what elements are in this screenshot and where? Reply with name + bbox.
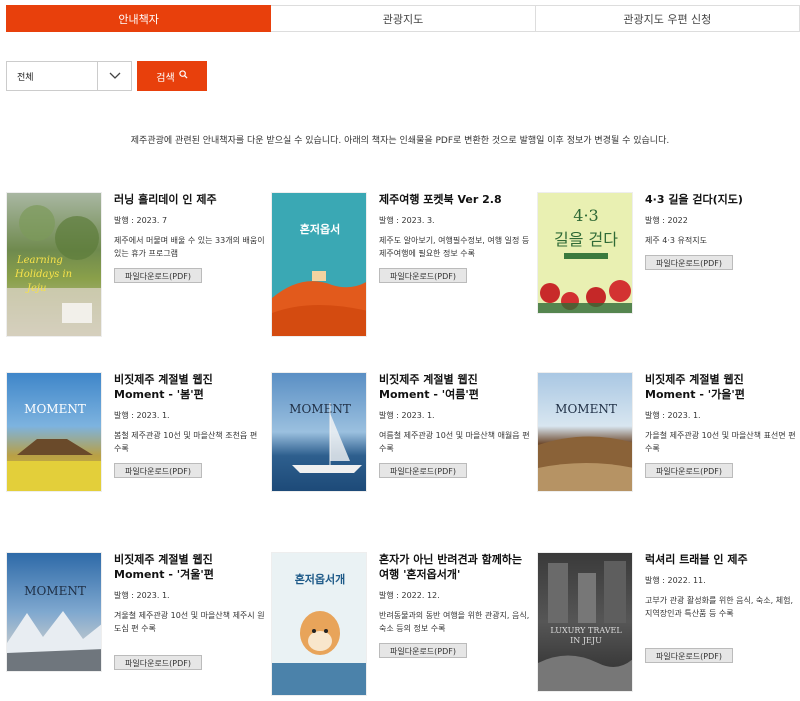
- book-cover-image[interactable]: MOMENT: [6, 372, 102, 492]
- book-title: 비짓제주 계절별 웹진 Moment - '겨울'편: [114, 553, 214, 581]
- book-date: 발행 : 2022. 11.: [645, 576, 706, 585]
- book-cover-image[interactable]: 혼저옵서개: [271, 552, 367, 696]
- svg-text:MOMENT: MOMENT: [24, 402, 86, 416]
- book-card: MOMENT 비짓제주 계절별 웹진 Moment - '겨울'편 발행 : 2…: [6, 552, 268, 701]
- tab-guidebook[interactable]: 안내책자: [6, 5, 272, 32]
- pdf-download-button[interactable]: 파일다운로드(PDF): [645, 463, 733, 478]
- tab-bar: 안내책자 관광지도 관광지도 우편 신청: [6, 5, 800, 32]
- svg-text:IN JEJU: IN JEJU: [570, 636, 602, 645]
- category-select-value: 전체: [17, 72, 34, 83]
- book-cover-image[interactable]: 4·3 길을 걷다: [537, 192, 633, 314]
- book-description: 제주도 알아보기, 여행필수정보, 여행 일정 등 제주여행에 필요한 정보 수…: [379, 236, 530, 258]
- book-cover-image[interactable]: 혼저옵서: [271, 192, 367, 337]
- book-date: 발행 : 2022: [645, 216, 688, 225]
- tab-label: 안내책자: [118, 12, 159, 26]
- book-cover-image[interactable]: LUXURY TRAVEL IN JEJU: [537, 552, 633, 692]
- book-card: 혼저옵서 제주여행 포켓북 Ver 2.8 발행 : 2023. 3. 제주도 …: [271, 192, 533, 342]
- pdf-download-button[interactable]: 파일다운로드(PDF): [645, 255, 733, 270]
- pdf-download-button[interactable]: 파일다운로드(PDF): [379, 463, 467, 478]
- book-date: 발행 : 2023. 3.: [379, 216, 435, 225]
- search-icon: [179, 70, 188, 82]
- tab-label: 관광지도: [382, 12, 424, 26]
- book-title: 비짓제주 계절별 웹진 Moment - '봄'편: [114, 373, 213, 401]
- svg-text:길을 걷다: 길을 걷다: [554, 230, 618, 249]
- book-description: 제주에서 머물며 배울 수 있는 33개의 배움이 있는 휴가 프로그램: [114, 236, 265, 258]
- book-title: 비짓제주 계절별 웹진 Moment - '여름'편: [379, 373, 479, 401]
- book-title: 럭셔리 트래블 인 제주: [645, 553, 748, 566]
- svg-text:Learning: Learning: [16, 255, 63, 266]
- svg-text:Holidays in: Holidays in: [14, 269, 72, 280]
- category-select[interactable]: 전체: [6, 61, 132, 91]
- svg-text:LUXURY TRAVEL: LUXURY TRAVEL: [550, 626, 622, 635]
- svg-text:혼저옵서: 혼저옵서: [300, 222, 340, 236]
- filter-bar: 전체 검색: [6, 61, 207, 91]
- book-card: MOMENT 비짓제주 계절별 웹진 Moment - '가을'편 발행 : 2…: [537, 372, 799, 522]
- book-title: 러닝 홀리데이 인 제주: [114, 193, 217, 206]
- book-description: 여름철 제주관광 10선 및 마을산책 애월읍 편 수록: [379, 431, 530, 453]
- search-button-label: 검색: [156, 72, 175, 84]
- book-title: 제주여행 포켓북 Ver 2.8: [379, 193, 502, 206]
- svg-text:MOMENT: MOMENT: [289, 402, 351, 416]
- search-button[interactable]: 검색: [137, 61, 207, 91]
- book-date: 발행 : 2023. 1.: [114, 591, 170, 600]
- book-title: 혼자가 아닌 반려견과 함께하는 여행 '혼저옵서개': [379, 553, 523, 581]
- book-card: 4·3 길을 걷다 4·3 길을 걷다(지도) 발행 : 2022 제주 4·3…: [537, 192, 799, 342]
- book-card: 혼저옵서개 혼자가 아닌 반려견과 함께하는 여행 '혼저옵서개' 발행 : 2…: [271, 552, 533, 701]
- chevron-down-icon: [97, 62, 131, 90]
- book-cover-image[interactable]: MOMENT: [6, 552, 102, 672]
- book-description: 제주 4·3 유적지도: [645, 236, 707, 245]
- book-card: MOMENT 비짓제주 계절별 웹진 Moment - '봄'편 발행 : 20…: [6, 372, 268, 522]
- pdf-download-button[interactable]: 파일다운로드(PDF): [379, 268, 467, 283]
- book-date: 발행 : 2023. 1.: [379, 411, 435, 420]
- book-date: 발행 : 2023. 7: [114, 216, 168, 225]
- tab-map-mail-request[interactable]: 관광지도 우편 신청: [535, 5, 800, 32]
- book-description: 겨울철 제주관광 10선 및 마을산책 제주시 원도심 편 수록: [114, 611, 265, 633]
- book-description: 고부가 관광 활성화를 위한 음식, 숙소, 체험, 지역장인과 특산품 등 수…: [645, 596, 794, 618]
- tab-tourist-map[interactable]: 관광지도: [271, 5, 536, 32]
- book-cover-image[interactable]: MOMENT: [271, 372, 367, 492]
- svg-text:MOMENT: MOMENT: [24, 584, 86, 598]
- tab-label: 관광지도 우편 신청: [623, 12, 712, 26]
- book-title: 4·3 길을 걷다(지도): [645, 193, 743, 206]
- book-description: 봄철 제주관광 10선 및 마을산책 조천읍 편 수록: [114, 431, 258, 453]
- book-cover-image[interactable]: MOMENT: [537, 372, 633, 492]
- book-date: 발행 : 2023. 1.: [645, 411, 701, 420]
- pdf-download-button[interactable]: 파일다운로드(PDF): [379, 643, 467, 658]
- book-description: 가을철 제주관광 10선 및 마을산책 표선면 편 수록: [645, 431, 796, 453]
- book-description: 반려동물과의 동반 여행을 위한 관광지, 음식, 숙소 등의 정보 수록: [379, 611, 530, 633]
- book-date: 발행 : 2023. 1.: [114, 411, 170, 420]
- book-card: Learning Holidays in Jeju 러닝 홀리데이 인 제주 발…: [6, 192, 268, 342]
- book-card: MOMENT 비짓제주 계절별 웹진 Moment - '여름'편 발행 : 2…: [271, 372, 533, 522]
- svg-text:MOMENT: MOMENT: [555, 402, 617, 416]
- book-cover-image[interactable]: Learning Holidays in Jeju: [6, 192, 102, 337]
- book-card: LUXURY TRAVEL IN JEJU 럭셔리 트래블 인 제주 발행 : …: [537, 552, 799, 701]
- notice-text: 제주관광에 관련된 안내책자를 다운 받으실 수 있습니다. 아래의 책자는 인…: [130, 136, 670, 146]
- pdf-download-button[interactable]: 파일다운로드(PDF): [114, 268, 202, 283]
- svg-text:4·3: 4·3: [573, 206, 598, 225]
- pdf-download-button[interactable]: 파일다운로드(PDF): [645, 648, 733, 663]
- pdf-download-button[interactable]: 파일다운로드(PDF): [114, 463, 202, 478]
- book-title: 비짓제주 계절별 웹진 Moment - '가을'편: [645, 373, 745, 401]
- pdf-download-button[interactable]: 파일다운로드(PDF): [114, 655, 202, 670]
- svg-text:혼저옵서개: 혼저옵서개: [295, 572, 346, 586]
- svg-text:Jeju: Jeju: [25, 283, 46, 294]
- book-date: 발행 : 2022. 12.: [379, 591, 440, 600]
